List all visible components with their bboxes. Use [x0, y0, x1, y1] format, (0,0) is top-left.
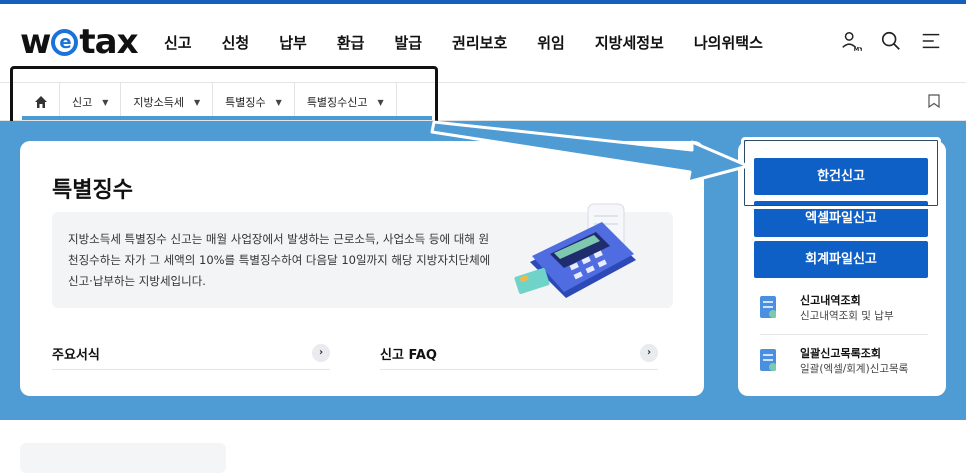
nav-item-my[interactable]: 나의위택스: [694, 32, 763, 53]
description-text: 지방소득세 특별징수 신고는 매월 사업장에서 발생하는 근로소득, 사업소득 …: [68, 232, 491, 288]
service-batch-report-list[interactable]: 일괄신고목록조회 일괄(엑셀/회계)신고목록: [760, 345, 930, 385]
wetax-logo[interactable]: w e tax: [20, 20, 139, 64]
highlight-box-single-report: [741, 137, 941, 209]
nav-item-report[interactable]: 신고: [164, 32, 192, 53]
service-report-history[interactable]: 신고내역조회 신고내역조회 및 납부: [760, 292, 930, 332]
chevron-right-icon: ›: [312, 344, 330, 362]
nav-item-pay[interactable]: 납부: [279, 32, 307, 53]
main-nav: 신고 신청 납부 환급 발급 권리보호 위임 지방세정보 나의위택스: [164, 32, 793, 53]
search-icon[interactable]: [880, 30, 902, 52]
service-divider: [760, 334, 928, 335]
nav-item-apply[interactable]: 신청: [222, 32, 250, 53]
document-icon: [760, 349, 776, 371]
link-major-forms[interactable]: 주요서식 ›: [52, 340, 330, 370]
chevron-right-icon: ›: [640, 344, 658, 362]
document-icon: [760, 296, 776, 318]
header-icons: MY: [840, 30, 942, 52]
my-page-icon[interactable]: MY: [840, 30, 862, 52]
nav-item-refund[interactable]: 환급: [337, 32, 365, 53]
svg-text:MY: MY: [854, 47, 862, 52]
nav-item-issue[interactable]: 발급: [394, 32, 422, 53]
bottom-card: [20, 443, 226, 473]
link-report-faq[interactable]: 신고 FAQ ›: [380, 340, 658, 370]
page-title: 특별징수: [52, 178, 133, 203]
nav-item-rights[interactable]: 권리보호: [452, 32, 507, 53]
pointer-arrow-annotation: [430, 120, 750, 184]
nav-item-delegate[interactable]: 위임: [537, 32, 565, 53]
nav-item-info[interactable]: 지방세정보: [595, 32, 664, 53]
bookmark-icon[interactable]: [928, 94, 940, 108]
card-terminal-illustration: [514, 203, 636, 298]
accounting-file-report-button[interactable]: 회계파일신고: [754, 241, 928, 278]
menu-icon[interactable]: [920, 30, 942, 52]
